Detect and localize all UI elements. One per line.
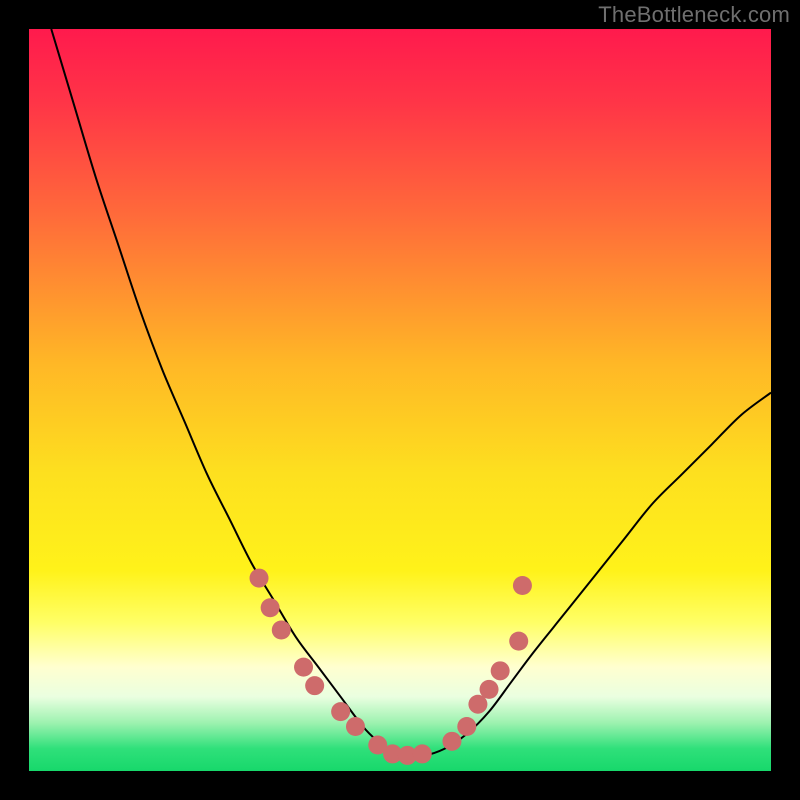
curve-marker [491,661,510,680]
curve-marker [509,632,528,651]
curve-marker [513,576,532,595]
curve-marker [250,569,269,588]
watermark-text: TheBottleneck.com [598,2,790,28]
curve-marker [346,717,365,736]
bottleneck-chart [29,29,771,771]
gradient-background [29,29,771,771]
plot-area [29,29,771,771]
curve-marker [331,702,350,721]
chart-frame: TheBottleneck.com [0,0,800,800]
curve-marker [261,598,280,617]
curve-marker [457,717,476,736]
curve-marker [294,658,313,677]
curve-marker [480,680,499,699]
curve-marker [442,732,461,751]
curve-marker [272,621,291,640]
curve-marker [305,676,324,695]
curve-marker [413,744,432,763]
